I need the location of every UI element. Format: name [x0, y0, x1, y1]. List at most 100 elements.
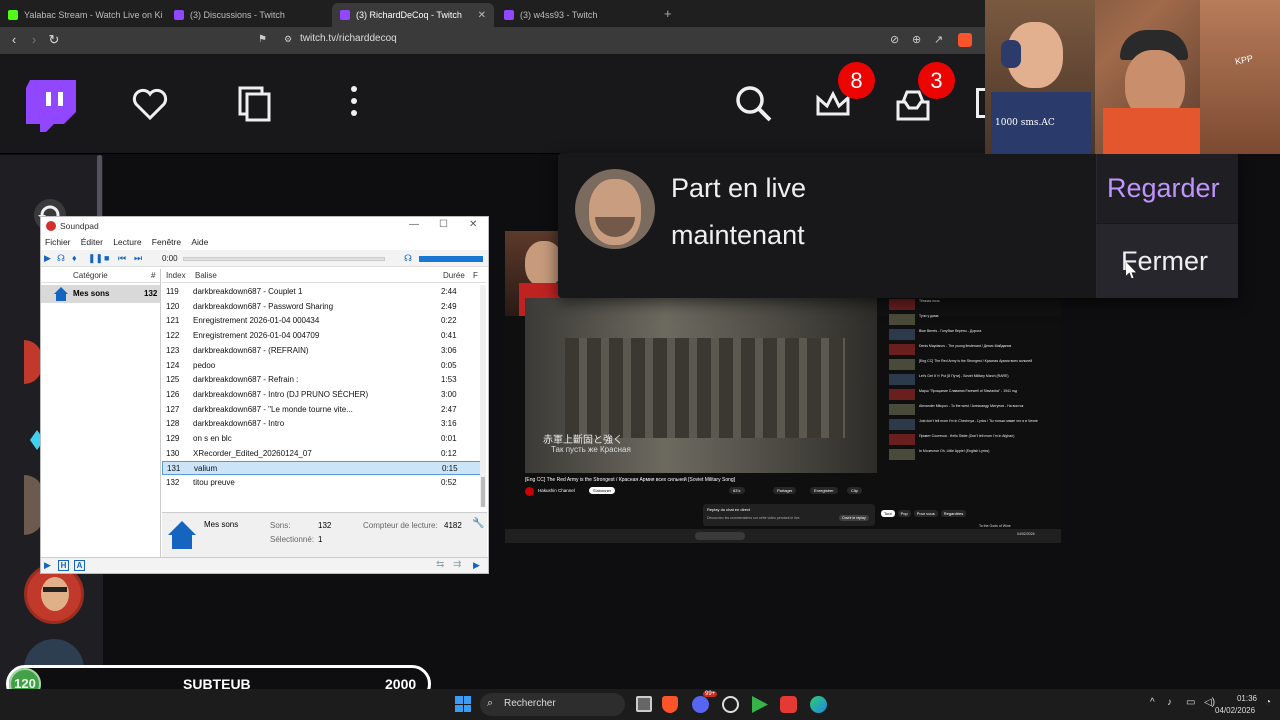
list-scrollbar[interactable] — [480, 285, 486, 507]
sound-row[interactable]: 131 valium 0:15 — [162, 461, 482, 476]
sound-row[interactable]: 128 darkbreakdown687 - Intro 3:16 — [162, 417, 482, 431]
browser-tab[interactable]: (3) Discussions - Twitch — [166, 3, 328, 27]
zoom-icon[interactable]: ⊕ — [912, 33, 921, 46]
forward-icon[interactable]: ⇉ — [453, 559, 461, 570]
sound-row[interactable]: 122 Enregistrement 2026-01-04 004709 0:41 — [162, 329, 482, 343]
volume-icon[interactable]: ◁) — [1204, 697, 1215, 708]
category-item-mes-sons[interactable]: Mes sons 132 — [41, 285, 160, 303]
recommendation-item[interactable]: Blue Berets - Голубые береты - Дорога — [889, 328, 1057, 341]
chip-all[interactable]: Tout — [881, 510, 895, 517]
edge-icon[interactable] — [810, 696, 827, 713]
headphones-play-icon[interactable]: ☊ — [57, 253, 65, 264]
forward-icon[interactable]: › — [26, 32, 42, 48]
taskbar-search[interactable]: ⌕ Rechercher — [480, 693, 625, 716]
url-field[interactable]: twitch.tv/richarddecoq — [300, 33, 397, 44]
sound-row[interactable]: 127 darkbreakdown687 - "Le monde tourne v… — [162, 403, 482, 417]
clip-button[interactable]: Clip — [847, 487, 862, 494]
pause-icon[interactable]: ❚❚ — [88, 253, 103, 264]
menu-fenetre[interactable]: Fenêtre — [152, 237, 181, 247]
chip[interactable]: Pop — [897, 510, 911, 517]
playback-seekbar[interactable] — [183, 257, 385, 261]
recommendation-item[interactable]: Тёмная ночь — [889, 298, 1057, 311]
recommendation-item[interactable]: Марш "Прощание Славянки Farewell of Slav… — [889, 388, 1057, 401]
steam-icon[interactable] — [722, 696, 739, 713]
like-button[interactable]: 63 k — [729, 487, 745, 494]
previous-icon[interactable]: ⏮ — [118, 253, 126, 264]
microphone-play-icon[interactable]: ♦ — [72, 253, 77, 263]
tray-chevron-icon[interactable]: ^ — [1150, 697, 1155, 708]
new-tab-icon[interactable]: + — [664, 6, 672, 21]
open-chat-replay-button[interactable]: Ouvrir le replay — [839, 515, 869, 521]
browser-tab[interactable]: Yalabac Stream - Watch Live on Kick — [0, 3, 162, 27]
recommendation-item[interactable]: Тучи у дома — [889, 313, 1057, 326]
youtube-video-frame[interactable]: 赤軍上斷固と強く Так пусть же Красная — [525, 298, 877, 473]
recommendation-item[interactable]: Let's Get It 'n' Put [8 Пути] - Soviet M… — [889, 373, 1057, 386]
index-column-header[interactable]: Index — [166, 271, 186, 280]
twitch-logo-icon[interactable] — [26, 80, 76, 134]
sound-row[interactable]: 121 Enregistrement 2026-01-04 000434 0:22 — [162, 314, 482, 328]
duration-column-header[interactable]: Durée — [443, 271, 465, 280]
clock-date[interactable]: 04/02/2026 — [1215, 706, 1255, 715]
sound-row[interactable]: 119 darkbreakdown687 - Couplet 1 2:44 — [162, 285, 482, 299]
category-header[interactable]: Catégorie — [73, 271, 108, 280]
browser-tab-active[interactable]: (3) RichardDeCoq - Twitch ✕ — [332, 3, 494, 27]
recommendation-item[interactable]: [Eng CC] The Red Army is the Strongest /… — [889, 358, 1057, 371]
more-menu-icon[interactable] — [351, 86, 357, 122]
menu-editer[interactable]: Éditer — [81, 237, 103, 247]
bookmark-icon[interactable]: ⚑ — [258, 34, 267, 45]
save-button[interactable]: Enregistrer — [810, 487, 838, 494]
soundpad-titlebar[interactable]: Soundpad — ☐ ✕ — [41, 217, 488, 235]
play-icon[interactable]: ▶ — [44, 560, 51, 571]
recommendation-item[interactable]: In Мочечное Oh, Little Apple! (English L… — [889, 448, 1057, 461]
channel-avatar[interactable] — [525, 487, 534, 496]
play-icon[interactable]: ▶ — [473, 560, 480, 571]
recommendation-item[interactable]: Just don't tell mom I'm in Chechnya - Ly… — [889, 418, 1057, 431]
category-count-header[interactable]: # — [151, 271, 155, 280]
sound-row[interactable]: 130 XRecorder_Edited_20260124_07 0:12 — [162, 447, 482, 461]
sound-row[interactable]: 124 pedoo 0:05 — [162, 359, 482, 373]
windows-start-icon[interactable] — [455, 696, 471, 712]
app-icon[interactable] — [780, 696, 797, 713]
next-icon[interactable]: ⏭ — [134, 253, 142, 264]
wrench-icon[interactable]: 🔧 — [472, 518, 484, 529]
minimize-icon[interactable]: — — [409, 219, 419, 230]
search-icon[interactable] — [734, 84, 774, 124]
share-button[interactable]: Partager — [773, 487, 797, 494]
hotkeys-icon[interactable]: H — [58, 560, 69, 571]
network-icon[interactable]: ▭ — [1186, 697, 1195, 708]
sound-row[interactable]: 132 titou preuve 0:52 — [162, 476, 482, 490]
back-icon[interactable]: ‹ — [6, 32, 22, 48]
channel-name[interactable]: Hakushin Channel — [538, 488, 575, 493]
brave-shields-icon[interactable] — [958, 33, 972, 47]
sound-row[interactable]: 120 darkbreakdown687 - Password Sharing 2:… — [162, 300, 482, 314]
recommendation-item[interactable]: Alexander Mitupov - To the west / Алекса… — [889, 403, 1057, 416]
task-view-icon[interactable] — [636, 696, 652, 712]
stop-icon[interactable]: ■ — [104, 253, 109, 263]
share-icon[interactable]: ↗ — [934, 33, 943, 46]
menu-lecture[interactable]: Lecture — [113, 237, 141, 247]
browse-icon[interactable] — [238, 86, 272, 122]
notification-bell-icon[interactable]: ◔ — [1265, 697, 1271, 708]
close-tab-icon[interactable]: ✕ — [478, 10, 486, 21]
volume-slider[interactable] — [419, 256, 483, 262]
discord-icon[interactable] — [692, 696, 709, 713]
close-icon[interactable]: ✕ — [469, 219, 477, 230]
maximize-icon[interactable]: ☐ — [439, 219, 448, 230]
close-notification-button[interactable]: Fermer — [1096, 224, 1238, 298]
tag-column-header[interactable]: Balise — [195, 271, 217, 280]
sound-row[interactable]: 123 darkbreakdown687 - (REFRAIN) 3:06 — [162, 344, 482, 358]
clock-time[interactable]: 01:36 — [1229, 694, 1257, 703]
extra-column-header[interactable]: F — [473, 271, 478, 280]
recommendation-item[interactable]: Denis Maydanov - The young lieutenant / … — [889, 343, 1057, 356]
autotune-icon[interactable]: A — [74, 560, 85, 571]
sound-row[interactable]: 129 on s en blc 0:01 — [162, 432, 482, 446]
site-info-icon[interactable]: ⚙ — [284, 34, 292, 45]
recommendation-title[interactable]: To the Gods of Wine — [979, 524, 1011, 528]
subscribe-button[interactable]: S'abonner — [589, 487, 616, 494]
chip[interactable]: Regardées — [940, 510, 967, 517]
reload-icon[interactable]: ↻ — [46, 32, 62, 48]
chip[interactable]: Pour vous — [913, 510, 938, 517]
browser-tab[interactable]: (3) w4ss93 - Twitch — [496, 3, 658, 27]
media-player-icon[interactable] — [752, 696, 768, 713]
headphones-volume-icon[interactable]: ☊ — [404, 253, 412, 264]
